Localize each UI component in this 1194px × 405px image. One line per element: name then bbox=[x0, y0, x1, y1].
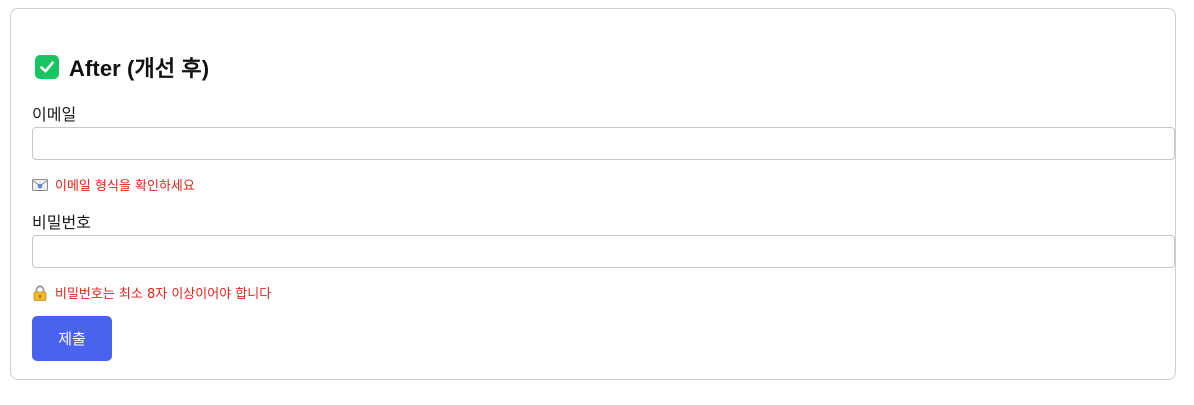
email-input[interactable] bbox=[32, 127, 1175, 160]
section-heading: After (개선 후) bbox=[35, 53, 209, 81]
email-hint-text: 이메일 형식을 확인하세요 bbox=[55, 179, 195, 194]
check-mark-button-icon bbox=[35, 55, 59, 79]
password-input[interactable] bbox=[32, 235, 1175, 268]
password-hint-text: 비밀번호는 최소 8자 이상이어야 합니다 bbox=[55, 287, 272, 302]
page-title: After (개선 후) bbox=[69, 56, 210, 81]
submit-button[interactable]: 제출 bbox=[32, 316, 112, 361]
email-hint: 이메일 형식을 확인하세요 bbox=[32, 175, 195, 194]
envelope-icon bbox=[32, 177, 48, 193]
form-card: After (개선 후) 이메일 이메일 형식을 확인하세요 비밀번호 비밀번호… bbox=[10, 8, 1176, 380]
password-label: 비밀번호 bbox=[32, 213, 91, 232]
password-hint: 비밀번호는 최소 8자 이상이어야 합니다 bbox=[32, 283, 271, 302]
lock-icon bbox=[32, 284, 48, 301]
email-label: 이메일 bbox=[32, 105, 77, 124]
